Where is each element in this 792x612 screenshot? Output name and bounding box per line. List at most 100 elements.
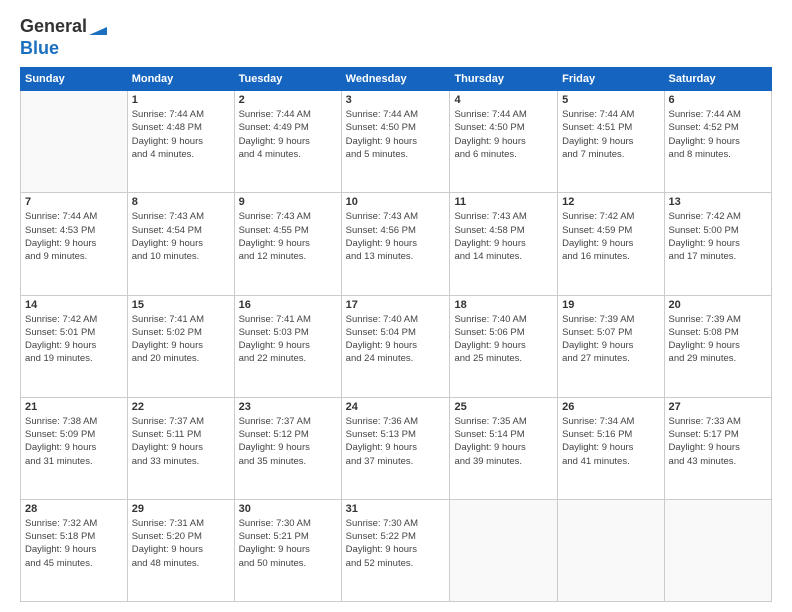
calendar-cell: 16Sunrise: 7:41 AM Sunset: 5:03 PM Dayli… (234, 295, 341, 397)
calendar-cell (21, 91, 128, 193)
day-number: 12 (562, 196, 659, 208)
day-number: 7 (25, 196, 123, 208)
calendar-cell: 1 Sunrise: 7:44 AM Sunset: 4:48 PM Daylig… (127, 91, 234, 193)
calendar-table: SundayMondayTuesdayWednesdayThursdayFrid… (20, 67, 772, 602)
day-info: Sunrise: 7:42 AM Sunset: 5:00 PM Dayligh… (669, 210, 767, 263)
day-info: Sunrise: 7:44 AM Sunset: 4:50 PM Dayligh… (454, 108, 553, 161)
day-number: 17 (346, 299, 446, 311)
day-info: Sunrise: 7:34 AM Sunset: 5:16 PM Dayligh… (562, 415, 659, 468)
calendar-cell: 20Sunrise: 7:39 AM Sunset: 5:08 PM Dayli… (664, 295, 771, 397)
calendar-cell: 30 Sunrise: 7:30 AM Sunset: 5:21 PM Dayli… (234, 499, 341, 601)
calendar-week-row: 14Sunrise: 7:42 AM Sunset: 5:01 PM Dayli… (21, 295, 772, 397)
calendar-cell: 29 Sunrise: 7:31 AM Sunset: 5:20 PM Dayli… (127, 499, 234, 601)
day-number: 19 (562, 299, 659, 311)
day-info: Sunrise: 7:38 AM Sunset: 5:09 PM Dayligh… (25, 415, 123, 468)
calendar-week-row: 28 Sunrise: 7:32 AM Sunset: 5:18 PM Dayli… (21, 499, 772, 601)
calendar-cell: 11 Sunrise: 7:43 AM Sunset: 4:58 PM Dayli… (450, 193, 558, 295)
page: General Blue SundayMondayTuesdayWednesda… (0, 0, 792, 612)
day-info: Sunrise: 7:30 AM Sunset: 5:21 PM Dayligh… (239, 517, 337, 570)
day-number: 6 (669, 94, 767, 106)
day-info: Sunrise: 7:35 AM Sunset: 5:14 PM Dayligh… (454, 415, 553, 468)
day-number: 20 (669, 299, 767, 311)
calendar-cell: 27Sunrise: 7:33 AM Sunset: 5:17 PM Dayli… (664, 397, 771, 499)
calendar-day-header: Thursday (450, 68, 558, 91)
calendar-cell: 28 Sunrise: 7:32 AM Sunset: 5:18 PM Dayli… (21, 499, 128, 601)
day-number: 26 (562, 401, 659, 413)
logo: General Blue (20, 16, 107, 59)
day-info: Sunrise: 7:43 AM Sunset: 4:58 PM Dayligh… (454, 210, 553, 263)
calendar-cell: 6 Sunrise: 7:44 AM Sunset: 4:52 PM Daylig… (664, 91, 771, 193)
calendar-cell: 12Sunrise: 7:42 AM Sunset: 4:59 PM Dayli… (558, 193, 664, 295)
calendar-day-header: Saturday (664, 68, 771, 91)
day-info: Sunrise: 7:37 AM Sunset: 5:12 PM Dayligh… (239, 415, 337, 468)
calendar-cell (664, 499, 771, 601)
calendar-cell: 19Sunrise: 7:39 AM Sunset: 5:07 PM Dayli… (558, 295, 664, 397)
calendar-cell: 26 Sunrise: 7:34 AM Sunset: 5:16 PM Dayli… (558, 397, 664, 499)
calendar-day-header: Sunday (21, 68, 128, 91)
day-info: Sunrise: 7:44 AM Sunset: 4:53 PM Dayligh… (25, 210, 123, 263)
logo-general: General (20, 16, 87, 36)
calendar-week-row: 1 Sunrise: 7:44 AM Sunset: 4:48 PM Daylig… (21, 91, 772, 193)
logo-blue: Blue (20, 38, 59, 58)
day-info: Sunrise: 7:44 AM Sunset: 4:52 PM Dayligh… (669, 108, 767, 161)
day-info: Sunrise: 7:43 AM Sunset: 4:55 PM Dayligh… (239, 210, 337, 263)
day-info: Sunrise: 7:40 AM Sunset: 5:04 PM Dayligh… (346, 313, 446, 366)
calendar-cell: 18 Sunrise: 7:40 AM Sunset: 5:06 PM Dayli… (450, 295, 558, 397)
day-number: 11 (454, 196, 553, 208)
day-info: Sunrise: 7:31 AM Sunset: 5:20 PM Dayligh… (132, 517, 230, 570)
calendar-cell: 24 Sunrise: 7:36 AM Sunset: 5:13 PM Dayli… (341, 397, 450, 499)
day-info: Sunrise: 7:44 AM Sunset: 4:50 PM Dayligh… (346, 108, 446, 161)
day-info: Sunrise: 7:44 AM Sunset: 4:49 PM Dayligh… (239, 108, 337, 161)
day-number: 16 (239, 299, 337, 311)
day-number: 18 (454, 299, 553, 311)
day-info: Sunrise: 7:41 AM Sunset: 5:02 PM Dayligh… (132, 313, 230, 366)
calendar-cell: 4 Sunrise: 7:44 AM Sunset: 4:50 PM Daylig… (450, 91, 558, 193)
calendar-cell: 17 Sunrise: 7:40 AM Sunset: 5:04 PM Dayli… (341, 295, 450, 397)
calendar-day-header: Monday (127, 68, 234, 91)
day-number: 15 (132, 299, 230, 311)
day-number: 4 (454, 94, 553, 106)
day-number: 25 (454, 401, 553, 413)
calendar-cell: 21Sunrise: 7:38 AM Sunset: 5:09 PM Dayli… (21, 397, 128, 499)
day-info: Sunrise: 7:44 AM Sunset: 4:48 PM Dayligh… (132, 108, 230, 161)
day-info: Sunrise: 7:44 AM Sunset: 4:51 PM Dayligh… (562, 108, 659, 161)
day-number: 30 (239, 503, 337, 515)
day-number: 10 (346, 196, 446, 208)
logo-triangle-icon (89, 19, 107, 35)
day-info: Sunrise: 7:43 AM Sunset: 4:54 PM Dayligh… (132, 210, 230, 263)
day-number: 28 (25, 503, 123, 515)
day-info: Sunrise: 7:40 AM Sunset: 5:06 PM Dayligh… (454, 313, 553, 366)
day-info: Sunrise: 7:33 AM Sunset: 5:17 PM Dayligh… (669, 415, 767, 468)
day-number: 8 (132, 196, 230, 208)
calendar-cell: 10Sunrise: 7:43 AM Sunset: 4:56 PM Dayli… (341, 193, 450, 295)
calendar-day-header: Friday (558, 68, 664, 91)
day-number: 13 (669, 196, 767, 208)
calendar-cell: 22Sunrise: 7:37 AM Sunset: 5:11 PM Dayli… (127, 397, 234, 499)
calendar-day-header: Tuesday (234, 68, 341, 91)
day-number: 2 (239, 94, 337, 106)
day-info: Sunrise: 7:42 AM Sunset: 5:01 PM Dayligh… (25, 313, 123, 366)
calendar-cell: 8 Sunrise: 7:43 AM Sunset: 4:54 PM Daylig… (127, 193, 234, 295)
calendar-cell: 31 Sunrise: 7:30 AM Sunset: 5:22 PM Dayli… (341, 499, 450, 601)
calendar-cell (450, 499, 558, 601)
day-info: Sunrise: 7:32 AM Sunset: 5:18 PM Dayligh… (25, 517, 123, 570)
calendar-cell: 13 Sunrise: 7:42 AM Sunset: 5:00 PM Dayli… (664, 193, 771, 295)
day-number: 1 (132, 94, 230, 106)
day-number: 24 (346, 401, 446, 413)
day-number: 9 (239, 196, 337, 208)
day-number: 5 (562, 94, 659, 106)
calendar-cell: 3Sunrise: 7:44 AM Sunset: 4:50 PM Daylig… (341, 91, 450, 193)
calendar-cell: 15 Sunrise: 7:41 AM Sunset: 5:02 PM Dayli… (127, 295, 234, 397)
calendar-day-header: Wednesday (341, 68, 450, 91)
header: General Blue (20, 16, 772, 59)
calendar-cell (558, 499, 664, 601)
day-number: 23 (239, 401, 337, 413)
calendar-cell: 9 Sunrise: 7:43 AM Sunset: 4:55 PM Daylig… (234, 193, 341, 295)
calendar-cell: 25 Sunrise: 7:35 AM Sunset: 5:14 PM Dayli… (450, 397, 558, 499)
calendar-cell: 23 Sunrise: 7:37 AM Sunset: 5:12 PM Dayli… (234, 397, 341, 499)
day-info: Sunrise: 7:36 AM Sunset: 5:13 PM Dayligh… (346, 415, 446, 468)
calendar-cell: 5 Sunrise: 7:44 AM Sunset: 4:51 PM Daylig… (558, 91, 664, 193)
day-info: Sunrise: 7:30 AM Sunset: 5:22 PM Dayligh… (346, 517, 446, 570)
day-number: 29 (132, 503, 230, 515)
day-number: 31 (346, 503, 446, 515)
